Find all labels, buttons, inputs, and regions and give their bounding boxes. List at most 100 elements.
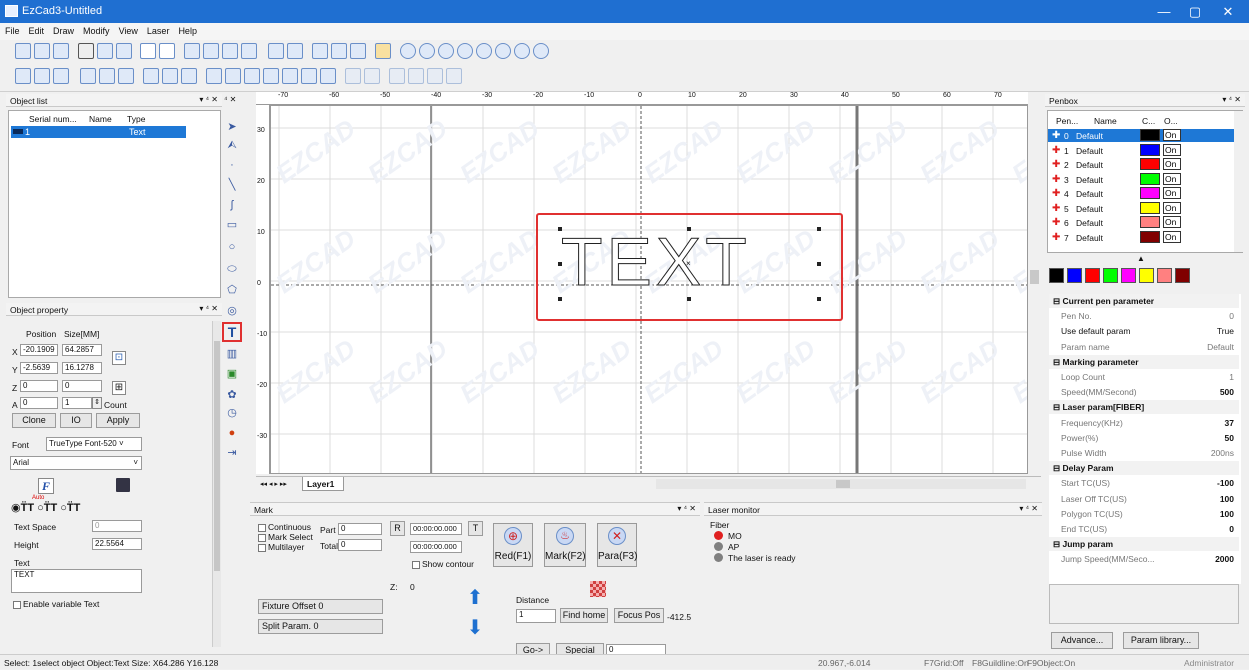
timer-button[interactable]: T <box>468 521 483 536</box>
total-field[interactable]: 0 <box>338 539 382 551</box>
spiral-tool-icon[interactable]: ◎ <box>225 304 239 318</box>
panel-pin-icon[interactable]: ▾ ⁴ ✕ <box>199 95 218 104</box>
status-grid[interactable]: F7Grid:Off <box>924 658 964 668</box>
pen-on-cell[interactable]: On <box>1163 187 1181 199</box>
pen-row[interactable]: ✚ 1 Default On <box>1048 143 1235 157</box>
font-name-select[interactable]: Arial ˅ <box>10 456 142 470</box>
font-type-select[interactable]: TrueType Font-520 ˅ <box>46 437 142 451</box>
save-file-icon[interactable] <box>53 43 69 59</box>
z-axis-icon[interactable] <box>590 581 606 597</box>
param-category[interactable]: ⊟ Delay Param <box>1049 461 1239 476</box>
param-row[interactable]: Param name Default <box>1049 340 1239 354</box>
menu-file[interactable]: File <box>0 23 24 36</box>
pen-swatch[interactable] <box>1139 268 1154 283</box>
apply-button[interactable]: Apply <box>96 413 140 428</box>
eye-hide-icon[interactable] <box>320 68 336 84</box>
selection-handle[interactable] <box>817 262 821 266</box>
laser-icon[interactable] <box>375 43 391 59</box>
param-category[interactable]: ⊟ Current pen parameter <box>1049 294 1239 308</box>
text-object[interactable]: TEXT <box>561 217 821 307</box>
multilayer-checkbox[interactable] <box>258 543 266 552</box>
param-category[interactable]: ⊟ Laser param[FIBER] <box>1049 400 1239 415</box>
panel-pin-icon[interactable]: ▾ ⁴ ✕ <box>677 504 696 513</box>
zoom-all-icon[interactable] <box>438 43 454 59</box>
col-pen[interactable]: Pen... <box>1056 116 1078 126</box>
param-category[interactable]: ⊟ Jump param <box>1049 537 1239 552</box>
pen-color-swatch[interactable] <box>1140 143 1160 156</box>
menu-help[interactable]: Help <box>173 23 201 36</box>
mirror-v-icon[interactable] <box>225 68 241 84</box>
count-spinner[interactable]: ⇕ <box>92 397 102 409</box>
pen-swatch[interactable] <box>1049 268 1064 283</box>
unlock-icon[interactable] <box>99 68 115 84</box>
param-row[interactable]: End TC(US) 0 <box>1049 522 1239 536</box>
collapse-arrow-icon[interactable]: ▲ <box>1137 254 1145 263</box>
status-object[interactable]: F9Object:On <box>1027 658 1075 668</box>
col-on[interactable]: O... <box>1164 116 1178 126</box>
focus-pos-button[interactable]: Focus Pos <box>614 608 664 623</box>
pen-row[interactable]: ✚ 4 Default On <box>1048 187 1235 200</box>
lock-icon[interactable] <box>80 68 96 84</box>
cut-icon[interactable] <box>78 43 94 59</box>
rectangle-tool-icon[interactable]: ▭ <box>225 218 239 232</box>
align-top-icon[interactable] <box>222 43 238 59</box>
col-name[interactable]: Name <box>89 114 112 124</box>
height-field[interactable]: 22.5564 <box>92 538 142 550</box>
text-input[interactable]: TEXT <box>11 569 142 593</box>
continuous-checkbox[interactable] <box>258 523 266 532</box>
mark-select-option[interactable]: Mark Select <box>258 532 313 542</box>
param-row[interactable]: Power(%) 50 <box>1049 431 1239 445</box>
new-file-icon[interactable] <box>15 43 31 59</box>
zoom-in-icon[interactable] <box>400 43 416 59</box>
param-row[interactable]: Pulse Width 200ns <box>1049 446 1239 460</box>
save-font-icon[interactable] <box>116 478 130 492</box>
circle-tool-icon[interactable]: ○ <box>225 240 239 254</box>
selection-handle[interactable] <box>817 227 821 231</box>
param-category[interactable]: ⊟ Marking parameter <box>1049 354 1239 369</box>
pen-row[interactable]: ✚ 7 Default On <box>1048 230 1235 244</box>
canvas-horizontal-scrollbar[interactable] <box>656 479 1026 489</box>
pen-row[interactable]: ✚ 5 Default On <box>1048 201 1235 215</box>
param-library-button[interactable]: Param library... <box>1123 632 1199 649</box>
y-size-field[interactable]: 16.1278 <box>62 362 102 374</box>
curve-tool-icon[interactable]: ʃ <box>225 198 239 212</box>
red-button[interactable]: ⊕ Red(F1) <box>493 523 533 567</box>
tab-nav-arrows[interactable]: ◂◂ ◂ ▸ ▸▸ <box>260 480 287 488</box>
part-field[interactable]: 0 <box>338 523 382 535</box>
param-row[interactable]: Speed(MM/Second) 500 <box>1049 385 1239 399</box>
pen-on-cell[interactable]: On <box>1163 216 1181 228</box>
timer-tool-icon[interactable]: ◷ <box>225 406 239 420</box>
zoom-pan-icon[interactable] <box>514 43 530 59</box>
minimize-button[interactable]: — <box>1149 2 1179 21</box>
advance-button[interactable]: Advance... <box>1051 632 1113 649</box>
align-right-icon[interactable] <box>203 43 219 59</box>
panel-pin-icon[interactable]: ▾ ⁴ ✕ <box>1222 95 1241 104</box>
trim-icon[interactable] <box>364 68 380 84</box>
align-icon[interactable] <box>143 68 159 84</box>
selection-handle[interactable] <box>817 297 821 301</box>
pen-color-swatch[interactable] <box>1140 187 1160 199</box>
param-row[interactable]: Use default param True <box>1049 324 1239 338</box>
unlock-all-icon[interactable] <box>118 68 134 84</box>
weld-icon[interactable] <box>345 68 361 84</box>
font-settings-icon[interactable]: F <box>38 478 54 494</box>
ungroup-icon[interactable] <box>287 43 303 59</box>
eye-show-icon[interactable] <box>301 68 317 84</box>
move-mode-icon[interactable] <box>34 68 50 84</box>
mark-select-checkbox[interactable] <box>258 533 266 542</box>
hatch-icon[interactable] <box>312 43 328 59</box>
enable-variable-text[interactable]: Enable variable Text <box>13 599 99 609</box>
break-icon[interactable] <box>427 68 443 84</box>
arrow-up-icon[interactable]: ⬆ <box>465 587 485 609</box>
para-button[interactable]: ✕ Para(F3) <box>597 523 637 567</box>
show-contour-option[interactable]: Show contour <box>412 559 474 569</box>
zoom-fit-icon[interactable] <box>533 43 549 59</box>
selection-handle[interactable] <box>687 297 691 301</box>
pen-color-swatch[interactable] <box>1140 230 1160 243</box>
toolbar-pin-icon[interactable]: ⁴ ✕ <box>224 95 236 104</box>
text-direction-radios[interactable]: ◉T̈T ○T̈T ○T̈T <box>11 501 80 514</box>
open-file-icon[interactable] <box>34 43 50 59</box>
menu-laser[interactable]: Laser <box>142 23 174 36</box>
pen-table-scrollbar[interactable] <box>1234 111 1243 252</box>
pen-swatch[interactable] <box>1067 268 1082 283</box>
